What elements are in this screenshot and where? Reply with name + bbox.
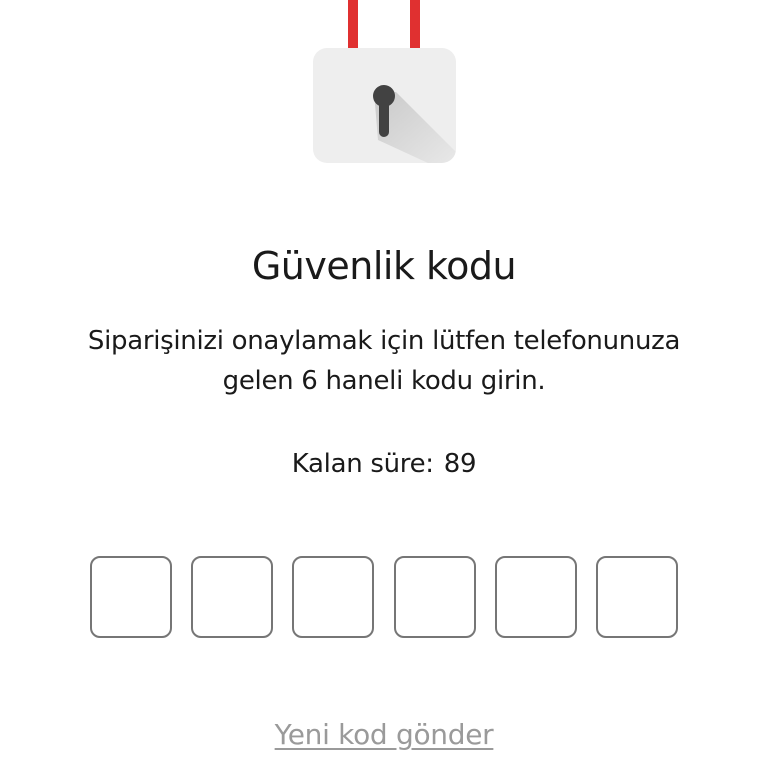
code-digit-4[interactable] <box>393 556 476 638</box>
instruction-text: Siparişinizi onaylamak için lütfen telef… <box>87 326 681 396</box>
code-digit-2[interactable] <box>191 556 274 638</box>
resend-code-link[interactable]: Yeni kod gönder <box>0 714 768 756</box>
timer-value: 89 <box>443 449 477 479</box>
lock-illustration <box>0 0 768 175</box>
code-digit-3[interactable] <box>292 556 375 638</box>
code-digit-5[interactable] <box>494 556 577 638</box>
code-digit-6[interactable] <box>595 556 678 638</box>
page-title: Güvenlik kodu <box>251 244 517 288</box>
code-input-group <box>90 556 678 642</box>
padlock-icon <box>313 0 456 163</box>
countdown-timer: Kalan süre: 89 <box>0 444 768 484</box>
timer-label: Kalan süre: <box>291 449 434 479</box>
code-digit-1[interactable] <box>90 556 172 638</box>
